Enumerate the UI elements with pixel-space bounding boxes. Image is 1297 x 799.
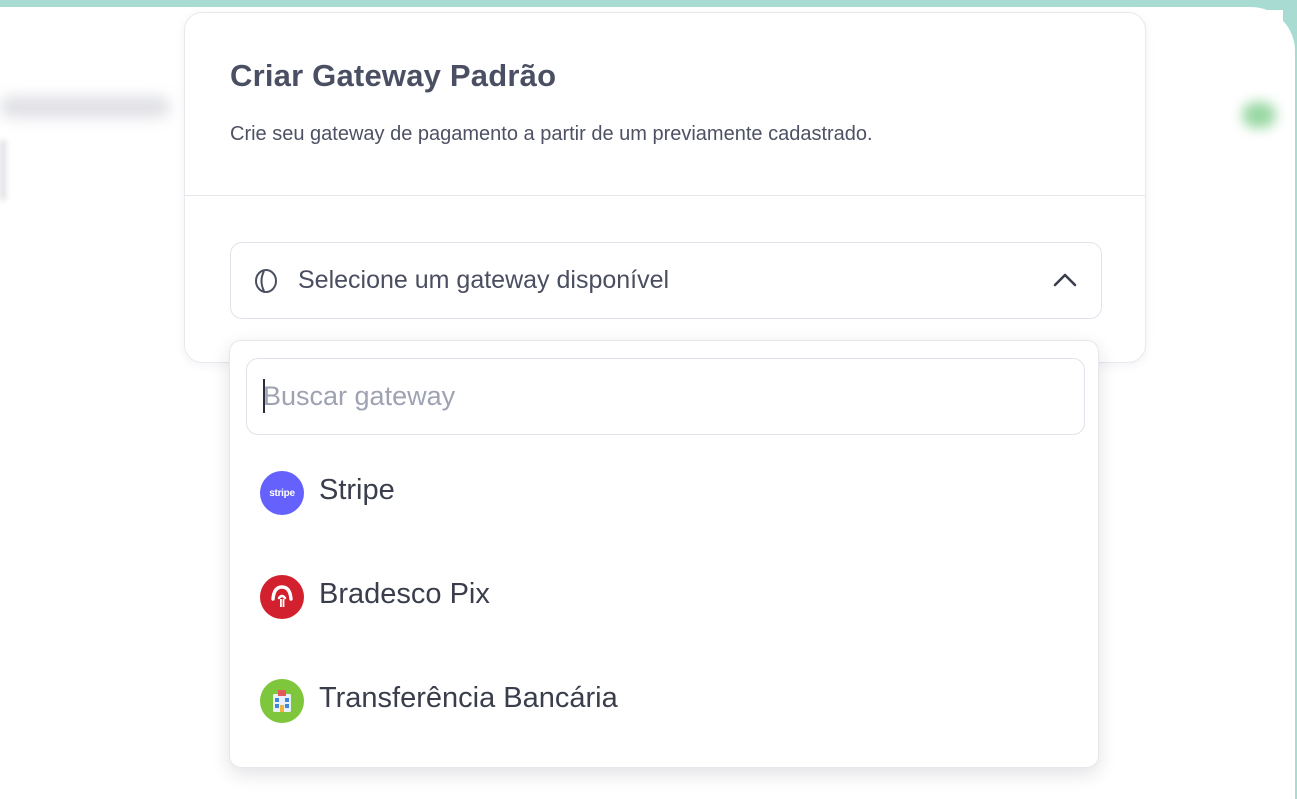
search-gateway-input[interactable] <box>246 358 1085 435</box>
gateway-option-label: Stripe <box>319 474 395 506</box>
card-title: Criar Gateway Padrão <box>230 58 557 93</box>
gateway-option-transferencia-bancaria[interactable]: Transferência Bancária <box>246 661 1085 741</box>
gateway-dropdown: stripe Stripe Bradesco Pix <box>229 340 1099 768</box>
create-gateway-card: Criar Gateway Padrão Crie seu gateway de… <box>184 12 1146 363</box>
gateway-option-stripe[interactable]: stripe Stripe <box>246 453 1085 533</box>
stripe-logo-icon: stripe <box>260 471 304 515</box>
bradesco-logo-icon <box>260 575 304 619</box>
blurred-background-edge <box>0 140 6 200</box>
gateway-option-bradesco-pix[interactable]: Bradesco Pix <box>246 557 1085 637</box>
coin-icon <box>255 269 277 293</box>
blurred-background-text <box>0 96 170 118</box>
gateway-select[interactable]: Selecione um gateway disponível <box>230 242 1102 319</box>
bank-building-icon <box>260 679 304 723</box>
gateway-option-label: Transferência Bancária <box>319 682 618 714</box>
gateway-select-placeholder: Selecione um gateway disponível <box>298 266 670 294</box>
blurred-status-indicator <box>1242 102 1276 128</box>
gateway-option-label: Bradesco Pix <box>319 578 490 610</box>
text-caret <box>263 379 265 413</box>
card-subtitle: Crie seu gateway de pagamento a partir d… <box>230 123 873 145</box>
card-divider <box>185 195 1145 196</box>
chevron-up-icon[interactable] <box>1051 270 1079 290</box>
